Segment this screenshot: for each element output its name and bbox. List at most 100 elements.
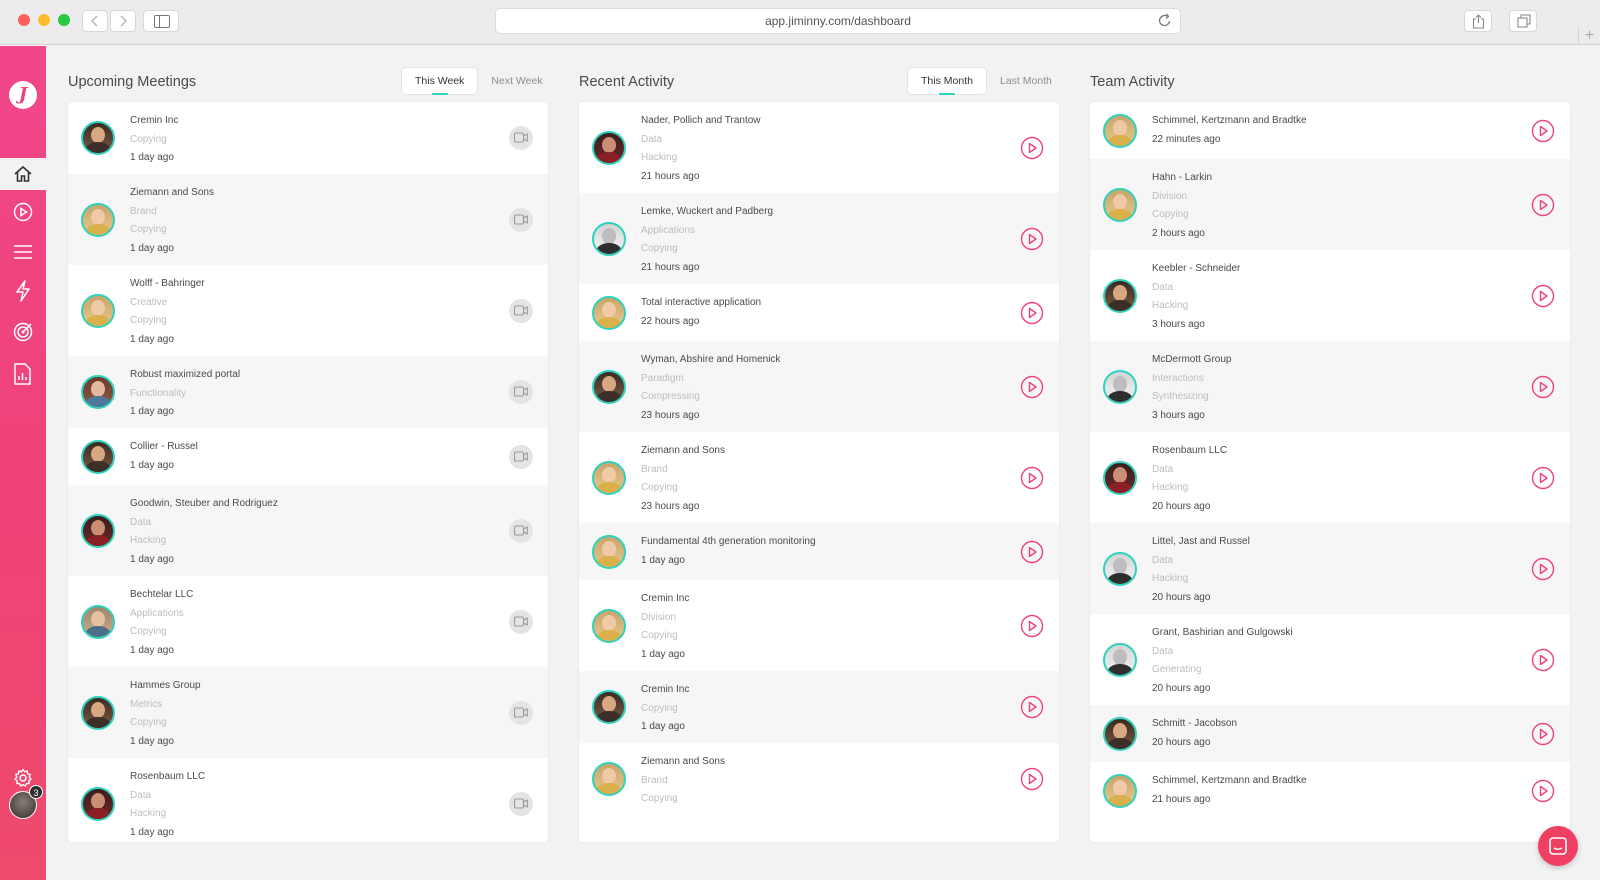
list-icon[interactable] xyxy=(13,244,33,260)
company-name[interactable]: Rosenbaum LLC xyxy=(1152,442,1227,461)
company-name[interactable]: Schimmel, Kertzmann and Bradtke xyxy=(1152,112,1307,131)
play-recording-button[interactable] xyxy=(1020,136,1044,160)
list-item[interactable]: Ziemann and Sons Brand Copying 1 day ago xyxy=(68,174,548,265)
tab-next-week[interactable]: Next Week xyxy=(478,67,555,95)
play-recording-button[interactable] xyxy=(1531,375,1555,399)
back-button[interactable] xyxy=(82,10,108,32)
play-recording-button[interactable] xyxy=(1531,557,1555,581)
list-item[interactable]: Ziemann and Sons Brand Copying xyxy=(579,743,1059,815)
tab-last-month[interactable]: Last Month xyxy=(987,67,1065,95)
list-item[interactable]: Total interactive application 22 hours ag… xyxy=(579,284,1059,341)
list-item[interactable]: Wolff - Bahringer Creative Copying 1 day ag… xyxy=(68,265,548,356)
list-item[interactable]: Hahn - Larkin Division Copying 2 hours ago xyxy=(1090,159,1570,250)
join-video-button[interactable] xyxy=(509,519,533,543)
join-video-button[interactable] xyxy=(509,126,533,150)
company-name[interactable]: Collier - Russel xyxy=(130,438,198,457)
join-video-button[interactable] xyxy=(509,380,533,404)
list-item[interactable]: Robust maximized portal Functionality 1 da… xyxy=(68,356,548,428)
list-item[interactable]: Goodwin, Steuber and Rodriguez Data Hackin… xyxy=(68,485,548,576)
play-recording-button[interactable] xyxy=(1531,119,1555,143)
play-recording-button[interactable] xyxy=(1020,375,1044,399)
list-item[interactable]: Fundamental 4th generation monitoring 1 d… xyxy=(579,523,1059,580)
list-item[interactable]: Schimmel, Kertzmann and Bradtke 21 hours … xyxy=(1090,762,1570,819)
report-icon[interactable] xyxy=(13,363,31,385)
list-item[interactable]: Cremin Inc Copying 1 day ago xyxy=(579,671,1059,743)
company-name[interactable]: Lemke, Wuckert and Padberg xyxy=(641,203,773,222)
play-recording-button[interactable] xyxy=(1020,466,1044,490)
join-video-button[interactable] xyxy=(509,792,533,816)
sidebar-toggle-button[interactable] xyxy=(143,10,179,32)
company-name[interactable]: Bechtelar LLC xyxy=(130,586,193,605)
new-tab-button[interactable]: + xyxy=(1578,26,1600,45)
play-recording-button[interactable] xyxy=(1531,779,1555,803)
join-video-button[interactable] xyxy=(509,299,533,323)
company-name[interactable]: Goodwin, Steuber and Rodriguez xyxy=(130,495,278,514)
company-name[interactable]: Rosenbaum LLC xyxy=(130,768,205,787)
play-recording-button[interactable] xyxy=(1020,695,1044,719)
list-item[interactable]: Schmitt - Jacobson 20 hours ago xyxy=(1090,705,1570,762)
play-recording-button[interactable] xyxy=(1531,648,1555,672)
tabs-overview-button[interactable] xyxy=(1509,10,1537,32)
company-name[interactable]: Grant, Bashirian and Gulgowski xyxy=(1152,624,1293,643)
jiminny-logo[interactable]: J xyxy=(9,81,37,109)
company-name[interactable]: Wolff - Bahringer xyxy=(130,275,205,294)
play-recording-button[interactable] xyxy=(1020,614,1044,638)
list-item[interactable]: Lemke, Wuckert and Padberg Applications Co… xyxy=(579,193,1059,284)
nav-home[interactable] xyxy=(0,158,46,190)
list-item[interactable]: Schimmel, Kertzmann and Bradtke 22 minute… xyxy=(1090,102,1570,159)
minimize-window-button[interactable] xyxy=(38,14,50,26)
play-recording-button[interactable] xyxy=(1531,466,1555,490)
play-recording-button[interactable] xyxy=(1020,767,1044,791)
forward-button[interactable] xyxy=(110,10,136,32)
list-item[interactable]: Littel, Jast and Russel Data Hacking 20 hou… xyxy=(1090,523,1570,614)
company-name[interactable]: Cremin Inc xyxy=(641,590,689,609)
list-item[interactable]: Collier - Russel 1 day ago xyxy=(68,428,548,485)
address-bar[interactable]: app.jiminny.com/dashboard xyxy=(495,8,1181,34)
company-name[interactable]: Ziemann and Sons xyxy=(130,184,214,203)
company-name[interactable]: Fundamental 4th generation monitoring xyxy=(641,533,816,552)
company-name[interactable]: Hahn - Larkin xyxy=(1152,169,1212,188)
company-name[interactable]: Ziemann and Sons xyxy=(641,753,725,772)
join-video-button[interactable] xyxy=(509,445,533,469)
company-name[interactable]: Cremin Inc xyxy=(130,112,178,131)
zoom-window-button[interactable] xyxy=(58,14,70,26)
company-name[interactable]: Ziemann and Sons xyxy=(641,442,725,461)
target-icon[interactable] xyxy=(13,322,33,342)
company-name[interactable]: Schmitt - Jacobson xyxy=(1152,715,1237,734)
company-name[interactable]: Schimmel, Kertzmann and Bradtke xyxy=(1152,772,1307,791)
play-recording-button[interactable] xyxy=(1020,301,1044,325)
join-video-button[interactable] xyxy=(509,701,533,725)
join-video-button[interactable] xyxy=(509,208,533,232)
list-item[interactable]: Rosenbaum LLC Data Hacking 1 day ago xyxy=(68,758,548,842)
company-name[interactable]: Wyman, Abshire and Homenick xyxy=(641,351,780,370)
tab-this-week[interactable]: This Week xyxy=(401,67,479,95)
tab-this-month[interactable]: This Month xyxy=(907,67,987,95)
company-name[interactable]: Littel, Jast and Russel xyxy=(1152,533,1250,552)
close-window-button[interactable] xyxy=(18,14,30,26)
list-item[interactable]: Hammes Group Metrics Copying 1 day ago xyxy=(68,667,548,758)
play-recording-button[interactable] xyxy=(1531,284,1555,308)
list-item[interactable]: McDermott Group Interactions Synthesizing 3… xyxy=(1090,341,1570,432)
list-item[interactable]: Cremin Inc Copying 1 day ago xyxy=(68,102,548,174)
reload-icon[interactable] xyxy=(1158,13,1172,28)
gear-icon[interactable] xyxy=(13,768,33,788)
list-item[interactable]: Nader, Pollich and Trantow Data Hacking 21 … xyxy=(579,102,1059,193)
company-name[interactable]: Robust maximized portal xyxy=(130,366,240,385)
play-recording-button[interactable] xyxy=(1020,227,1044,251)
play-recording-button[interactable] xyxy=(1531,722,1555,746)
share-button[interactable] xyxy=(1464,10,1492,32)
list-item[interactable]: Wyman, Abshire and Homenick Paradigm Compr… xyxy=(579,341,1059,432)
list-item[interactable]: Cremin Inc Division Copying 1 day ago xyxy=(579,580,1059,671)
list-item[interactable]: Grant, Bashirian and Gulgowski Data Genera… xyxy=(1090,614,1570,705)
play-recording-button[interactable] xyxy=(1531,193,1555,217)
company-name[interactable]: McDermott Group xyxy=(1152,351,1231,370)
company-name[interactable]: Total interactive application xyxy=(641,294,761,313)
lightning-icon[interactable] xyxy=(13,280,33,302)
company-name[interactable]: Hammes Group xyxy=(130,677,201,696)
list-item[interactable]: Rosenbaum LLC Data Hacking 20 hours ago xyxy=(1090,432,1570,523)
company-name[interactable]: Cremin Inc xyxy=(641,681,689,700)
list-item[interactable]: Ziemann and Sons Brand Copying 23 hours ago xyxy=(579,432,1059,523)
company-name[interactable]: Keebler - Schneider xyxy=(1152,260,1240,279)
join-video-button[interactable] xyxy=(509,610,533,634)
list-item[interactable]: Bechtelar LLC Applications Copying 1 day ag… xyxy=(68,576,548,667)
